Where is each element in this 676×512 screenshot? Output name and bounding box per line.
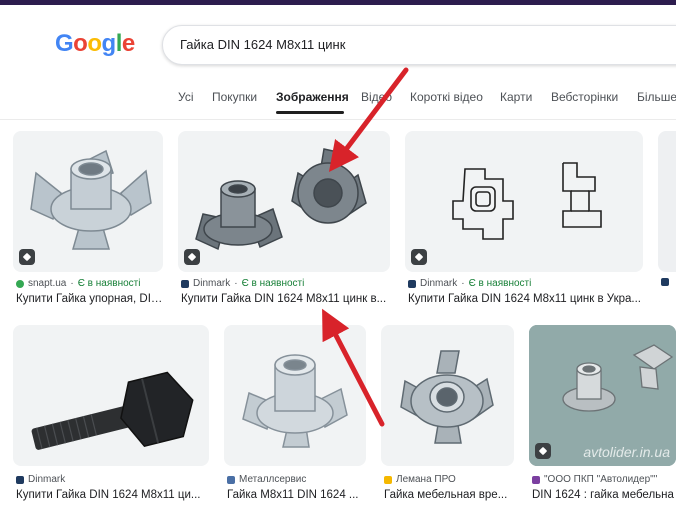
- tab-images[interactable]: Зображення: [276, 90, 349, 104]
- source-name: snapt.ua: [28, 278, 67, 289]
- product-tag-icon: [411, 249, 427, 265]
- logo-letter-e: e: [121, 30, 135, 57]
- result-thumbnail[interactable]: [178, 131, 390, 272]
- metallservis-favicon-icon: [227, 475, 235, 484]
- image-result-card[interactable]: avtolider.in.ua "ООО ПКП "Автолидер"" DI…: [529, 325, 676, 512]
- availability-status: Є в наявності: [77, 278, 141, 289]
- result-title[interactable]: Гайка M8x11 DIN 1624 ...: [227, 489, 367, 501]
- availability-separator: ·: [461, 278, 465, 289]
- tabs-divider: [0, 119, 676, 120]
- result-title[interactable]: Купити Гайка DIN 1624 M8x11 цинк в Укра.…: [408, 293, 644, 305]
- browser-top-bar: [0, 0, 676, 5]
- result-source: Dinmark · Є в наявності: [181, 278, 304, 289]
- result-source: Dinmark · Є в наявності: [408, 278, 531, 289]
- tab-all[interactable]: Усі: [178, 90, 194, 104]
- site-favicon-icon: [661, 278, 669, 286]
- result-source: Dinmark: [16, 474, 65, 485]
- tee-nut-drawing-image: [452, 162, 602, 240]
- result-thumbnail[interactable]: [405, 131, 643, 272]
- result-source: Металлсервис: [227, 474, 306, 485]
- tab-short-videos[interactable]: Короткі відео: [410, 90, 483, 104]
- availability-separator: ·: [234, 278, 238, 289]
- image-result-card[interactable]: Dinmark · Є в наявності Купити Гайка DIN…: [405, 131, 643, 311]
- result-source: Лемана ПРО: [384, 474, 456, 485]
- product-tag-icon: [184, 249, 200, 265]
- logo-letter-g2: g: [101, 30, 117, 57]
- dinmark-favicon-icon: [181, 279, 189, 288]
- source-name: Dinmark: [420, 278, 458, 289]
- lemana-favicon-icon: [384, 475, 392, 484]
- result-title[interactable]: Купити Гайка DIN 1624 M8x11 цинк в...: [181, 293, 391, 305]
- result-title[interactable]: DIN 1624 : гайка мебельна: [532, 489, 676, 501]
- logo-letter-g: G: [55, 30, 74, 57]
- source-name: Лемана ПРО: [396, 474, 456, 485]
- result-thumbnail[interactable]: avtolider.in.ua: [529, 325, 676, 466]
- result-source: [661, 278, 669, 286]
- tab-maps[interactable]: Карти: [500, 90, 532, 104]
- result-source: "ООО ПКП "Автолидер"": [532, 474, 657, 485]
- result-thumbnail[interactable]: [224, 325, 366, 466]
- result-title[interactable]: Гайка мебельная вре...: [384, 489, 516, 501]
- result-title[interactable]: Купити Гайка упорная, DIN...: [16, 293, 166, 305]
- image-result-card[interactable]: Металлсервис Гайка M8x11 DIN 1624 ...: [224, 325, 366, 512]
- image-result-card[interactable]: Dinmark Купити Гайка DIN 1624 M8x11 ци..…: [13, 325, 209, 512]
- tee-nut-image: [242, 354, 348, 448]
- availability-status: Є в наявності: [241, 278, 305, 289]
- availability-separator: ·: [70, 278, 74, 289]
- source-name: Dinmark: [28, 474, 66, 485]
- active-tab-indicator: [276, 111, 344, 114]
- snapt-favicon-icon: [16, 279, 24, 288]
- tab-more[interactable]: Більше: [637, 90, 676, 104]
- tee-nut-image: [30, 149, 152, 250]
- google-logo[interactable]: Google: [55, 30, 135, 58]
- product-tag-icon: [535, 443, 551, 459]
- tab-videos[interactable]: Відео: [361, 90, 392, 104]
- result-source: snapt.ua · Є в наявності: [16, 278, 140, 289]
- dinmark-favicon-icon: [408, 279, 416, 288]
- source-name: Dinmark: [193, 278, 231, 289]
- availability-status: Є в наявності: [468, 278, 532, 289]
- image-result-card[interactable]: [658, 131, 676, 311]
- avtolider-favicon-icon: [532, 475, 540, 484]
- tab-web[interactable]: Вебсторінки: [551, 90, 618, 104]
- result-thumbnail[interactable]: [658, 131, 676, 272]
- result-thumbnail[interactable]: [381, 325, 514, 466]
- result-thumbnail[interactable]: [13, 325, 209, 466]
- dinmark-favicon-icon: [16, 475, 24, 484]
- image-result-card[interactable]: Dinmark · Є в наявності Купити Гайка DIN…: [178, 131, 390, 311]
- search-input[interactable]: Гайка DIN 1624 M8x11 цинк: [180, 37, 345, 52]
- source-name: "ООО ПКП "Автолидер"": [544, 474, 658, 485]
- image-watermark: avtolider.in.ua: [583, 444, 670, 460]
- image-result-card[interactable]: Лемана ПРО Гайка мебельная вре...: [381, 325, 514, 512]
- logo-letter-o1: o: [73, 30, 88, 57]
- logo-letter-o2: o: [87, 30, 102, 57]
- product-tag-icon: [19, 249, 35, 265]
- black-bolt-image: [31, 371, 194, 450]
- source-name: Металлсервис: [239, 474, 307, 485]
- image-result-card[interactable]: snapt.ua · Є в наявності Купити Гайка уп…: [13, 131, 166, 311]
- result-thumbnail[interactable]: [13, 131, 163, 272]
- tab-shopping[interactable]: Покупки: [212, 90, 257, 104]
- tee-nut-pair-image: [195, 148, 367, 251]
- result-title[interactable]: Купити Гайка DIN 1624 M8x11 ци...: [16, 489, 206, 501]
- tee-nut-image: [400, 350, 494, 444]
- search-box[interactable]: Гайка DIN 1624 M8x11 цинк: [162, 25, 676, 65]
